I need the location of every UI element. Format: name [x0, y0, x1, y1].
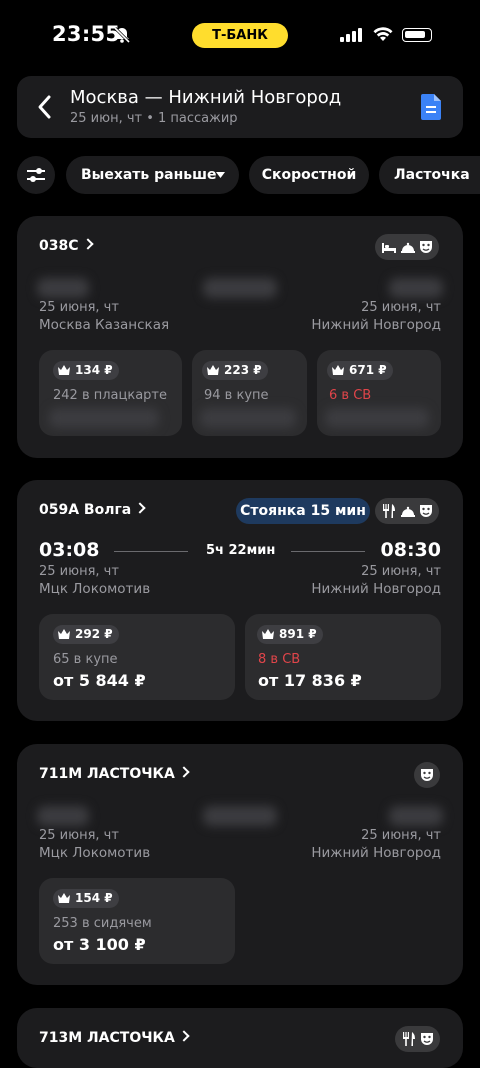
arr-date: 25 июня, чт	[361, 828, 441, 843]
crown-icon	[58, 893, 70, 903]
fare-tile-kupe[interactable]: 292 ₽ 65 в купе от 5 844 ₽	[39, 614, 235, 700]
arr-time-hidden	[389, 806, 443, 826]
dep-date: 25 июня, чт	[39, 564, 119, 579]
train-number[interactable]: 711М ЛАСТОЧКА	[39, 766, 190, 782]
route-line	[114, 551, 188, 552]
seats-count: 242 в плацкарте	[53, 388, 168, 403]
bonus-badge: 223 ₽	[202, 361, 268, 380]
route-line	[291, 551, 365, 552]
battery-icon	[402, 28, 432, 42]
train-number[interactable]: 059А Волга	[39, 502, 146, 518]
stop-duration-badge: Стоянка 15 мин	[236, 498, 370, 524]
arr-date: 25 июня, чт	[361, 564, 441, 579]
seats-count: 253 в сидячем	[53, 916, 152, 931]
amenities-badge	[375, 498, 439, 524]
food-cloche-icon	[401, 506, 415, 517]
filter-chip-label: Ласточка	[394, 167, 470, 183]
wifi-icon	[373, 27, 393, 41]
amenities-badge	[375, 234, 439, 260]
duration-hidden	[203, 278, 277, 298]
dep-time-hidden	[37, 278, 89, 298]
bonus-badge: 292 ₽	[53, 625, 119, 644]
cellular-signal-icon	[340, 28, 362, 42]
filter-chip-fast[interactable]: Скоростной	[249, 156, 369, 194]
entertainment-mask-icon	[420, 241, 432, 253]
filter-chip-depart-earlier[interactable]: Выехать раньше	[66, 156, 239, 194]
crown-icon	[58, 629, 70, 639]
seats-count: 65 в купе	[53, 652, 118, 667]
arr-station: Нижний Новгород	[311, 317, 441, 333]
bell-off-icon	[113, 26, 131, 44]
entertainment-mask-icon	[421, 769, 433, 781]
status-bar: 23:55 Т-БАНК	[0, 0, 480, 70]
entertainment-mask-icon	[421, 1033, 433, 1045]
trip-duration: 5ч 22мин	[206, 543, 276, 558]
arr-time-hidden	[389, 278, 443, 298]
caret-down-icon	[216, 172, 225, 178]
price-hidden	[200, 408, 296, 428]
amenities-badge	[414, 762, 440, 788]
fork-knife-icon	[403, 1032, 415, 1046]
train-card[interactable]: 711М ЛАСТОЧКА 25 июня, чт 25 июня, чт Мц…	[17, 744, 463, 985]
price-hidden	[49, 408, 159, 428]
document-icon[interactable]	[421, 94, 441, 120]
fare-tile-seated[interactable]: 154 ₽ 253 в сидячем от 3 100 ₽	[39, 878, 235, 964]
crown-icon	[58, 365, 70, 375]
fare-tile-platzkart[interactable]: 134 ₽ 242 в плацкарте	[39, 350, 182, 436]
train-number[interactable]: 713М ЛАСТОЧКА	[39, 1030, 190, 1046]
filter-chip-label: Выехать раньше	[81, 167, 217, 183]
dep-time-hidden	[37, 806, 89, 826]
fare-price: от 3 100 ₽	[53, 935, 146, 954]
bonus-badge: 671 ₽	[327, 361, 393, 380]
dep-station: Мцк Локомотив	[39, 581, 151, 597]
filter-chip-label: Скоростной	[261, 167, 357, 183]
amenities-badge	[395, 1026, 440, 1052]
bonus-badge: 891 ₽	[257, 625, 323, 644]
arr-station: Нижний Новгород	[311, 581, 441, 597]
dep-date: 25 июня, чт	[39, 300, 119, 315]
dep-time: 03:08	[39, 539, 100, 561]
fork-knife-icon	[383, 504, 395, 518]
fare-price: от 5 844 ₽	[53, 671, 146, 690]
fare-tile-sv[interactable]: 671 ₽ 6 в СВ	[317, 350, 441, 436]
clock: 23:55	[52, 22, 121, 46]
arr-date: 25 июня, чт	[361, 300, 441, 315]
fare-price: от 17 836 ₽	[258, 671, 362, 690]
train-card[interactable]: 059А Волга Стоянка 15 мин 03:08 5ч 22мин…	[17, 480, 463, 721]
entertainment-mask-icon	[420, 505, 432, 517]
route-header: Москва — Нижний Новгород 25 июн, чт • 1 …	[17, 76, 463, 138]
price-hidden	[325, 408, 429, 428]
seats-count: 8 в СВ	[258, 652, 301, 667]
bonus-badge: 154 ₽	[53, 889, 119, 908]
route-title: Москва — Нижний Новгород	[70, 87, 342, 108]
back-arrow-icon[interactable]	[37, 94, 53, 120]
seats-count: 6 в СВ	[329, 388, 372, 403]
duration-hidden	[203, 806, 277, 826]
crown-icon	[207, 365, 219, 375]
filter-settings-button[interactable]	[17, 156, 55, 194]
train-card[interactable]: 038С 25 июня, чт 25 июня, чт Москва Каза…	[17, 216, 463, 458]
bank-pill[interactable]: Т-БАНК	[192, 23, 288, 48]
route-subtitle: 25 июн, чт • 1 пассажир	[70, 111, 238, 126]
train-card[interactable]: 713М ЛАСТОЧКА	[17, 1008, 463, 1068]
filter-chip-lastochka[interactable]: Ласточка	[379, 156, 480, 194]
arr-time: 08:30	[380, 539, 441, 561]
dep-station: Мцк Локомотив	[39, 845, 151, 861]
crown-icon	[332, 365, 344, 375]
sliders-icon	[27, 168, 45, 182]
fare-tile-sv[interactable]: 891 ₽ 8 в СВ от 17 836 ₽	[245, 614, 441, 700]
fare-tile-kupe[interactable]: 223 ₽ 94 в купе	[192, 350, 307, 436]
train-number[interactable]: 038С	[39, 238, 94, 254]
food-cloche-icon	[401, 242, 415, 253]
arr-station: Нижний Новгород	[311, 845, 441, 861]
dep-date: 25 июня, чт	[39, 828, 119, 843]
dep-station: Москва Казанская	[39, 317, 170, 333]
crown-icon	[262, 629, 274, 639]
bonus-badge: 134 ₽	[53, 361, 119, 380]
seats-count: 94 в купе	[204, 388, 269, 403]
bed-icon	[382, 243, 396, 253]
